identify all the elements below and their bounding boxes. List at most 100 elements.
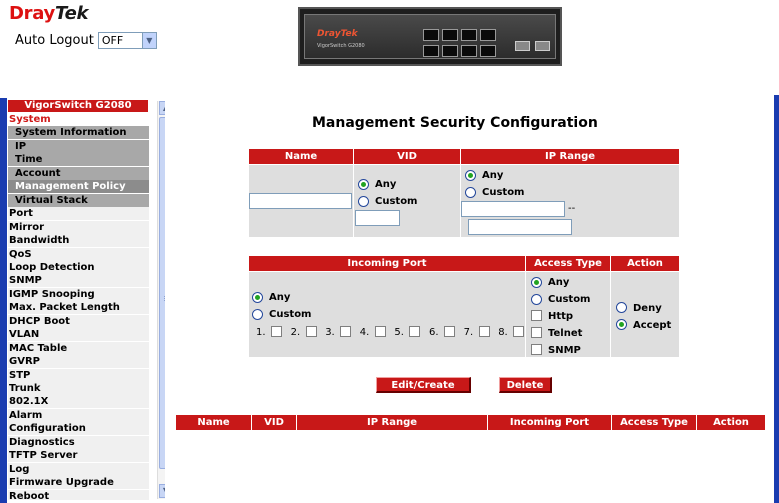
sidebar-item-configuration[interactable]: Configuration (8, 422, 149, 436)
sidebar-item-reboot[interactable]: Reboot (8, 489, 149, 500)
sfp-2-icon (535, 41, 550, 51)
frame-border (0, 98, 7, 503)
action-deny-radio[interactable] (616, 302, 627, 313)
edit-create-button[interactable]: Edit/Create (376, 377, 471, 393)
vid-any-label: Any (375, 179, 397, 190)
sidebar-item-port[interactable]: Port (8, 207, 149, 221)
port-5-icon (423, 45, 439, 57)
ip-from-input[interactable] (461, 201, 565, 217)
http-checkbox[interactable] (531, 310, 542, 321)
access-custom-radio[interactable] (531, 294, 542, 305)
sidebar-item-trunk[interactable]: Trunk (8, 382, 149, 395)
sidebar-item-loop-detection[interactable]: Loop Detection (8, 260, 149, 274)
port-any-radio[interactable] (252, 292, 263, 303)
port-8-label: 8. (498, 327, 508, 338)
port-8-icon (480, 45, 496, 57)
port-1-label: 1. (256, 327, 266, 338)
menu-title: VigorSwitch G2080 (8, 100, 148, 112)
sidebar-item-igmp-snooping[interactable]: IGMP Snooping (8, 287, 149, 301)
port-1-checkbox[interactable] (271, 326, 282, 337)
list-header-name: Name (176, 415, 251, 430)
sidebar-item-diagnostics[interactable]: Diagnostics (8, 435, 149, 449)
sidebar-item-mac-table[interactable]: MAC Table (8, 341, 149, 355)
auto-logout-label: Auto Logout (15, 33, 94, 48)
sidebar-item-alarm[interactable]: Alarm (8, 408, 149, 422)
list-header-access-type: Access Type (612, 415, 696, 430)
sidebar-item-virtual-stack[interactable]: Virtual Stack (8, 193, 149, 207)
port-8-checkbox[interactable] (513, 326, 525, 337)
ip-to-input[interactable] (468, 219, 572, 235)
col-header-action: Action (611, 256, 679, 271)
port-4-label: 4. (359, 327, 370, 338)
vid-any-radio[interactable] (358, 179, 369, 190)
port-7-checkbox[interactable] (478, 326, 490, 337)
sidebar-item-log[interactable]: Log (8, 462, 149, 476)
sidebar-item-ip[interactable]: IP (8, 139, 149, 153)
sidebar-item-system[interactable]: System (8, 113, 149, 126)
chevron-down-icon[interactable]: ▼ (141, 33, 156, 48)
port-4-checkbox[interactable] (374, 326, 386, 337)
action-accept-radio[interactable] (616, 319, 627, 330)
auto-logout-value: OFF (101, 34, 124, 47)
name-input[interactable] (249, 193, 352, 209)
sidebar-item-dhcp-boot[interactable]: DHCP Boot (8, 314, 149, 328)
vid-custom-radio[interactable] (358, 196, 369, 207)
scroll-thumb[interactable] (159, 117, 165, 469)
access-any-label: Any (548, 277, 570, 288)
http-label: Http (548, 311, 574, 322)
scroll-down-icon[interactable]: ▼ (159, 484, 165, 498)
sidebar-item-vlan[interactable]: VLAN (8, 328, 149, 342)
sidebar-item-bandwidth[interactable]: Bandwidth (8, 234, 149, 248)
draytek-logo: DrayTek (9, 3, 89, 24)
menu-scrollbar[interactable]: ▲ ▼ (157, 101, 165, 499)
col-header-access-type: Access Type (526, 256, 610, 271)
frame-border-right (774, 95, 779, 503)
ip-custom-label: Custom (482, 187, 525, 198)
ip-any-radio[interactable] (465, 170, 476, 181)
port-7-icon (461, 45, 477, 57)
sidebar-item-stp[interactable]: STP (8, 368, 149, 382)
device-brand: DrayTek (317, 29, 358, 39)
ip-separator: -- (568, 203, 576, 214)
access-any-radio[interactable] (531, 277, 542, 288)
port-3-checkbox[interactable] (340, 326, 352, 337)
sidebar-item-time[interactable]: Time (8, 153, 149, 167)
vid-input[interactable] (355, 210, 400, 226)
device-image: DrayTek VigorSwitch G2080 (298, 7, 562, 66)
sidebar-item-802-1x[interactable]: 802.1X (8, 395, 149, 409)
header: DrayTek Auto Logout OFF ▼ DrayTek VigorS… (0, 0, 779, 98)
sfp-1-icon (515, 41, 530, 51)
delete-button[interactable]: Delete (499, 377, 552, 393)
sidebar-item-system-information[interactable]: System Information (8, 126, 149, 140)
port-6-checkbox[interactable] (444, 326, 455, 337)
col-header-vid: VID (354, 149, 460, 164)
sidebar-item-max-packet-length[interactable]: Max. Packet Length (8, 301, 149, 315)
device-model: VigorSwitch G2080 (317, 43, 365, 49)
sidebar-item-gvrp[interactable]: GVRP (8, 355, 149, 369)
sidebar-item-qos[interactable]: QoS (8, 247, 149, 261)
scroll-up-icon[interactable]: ▲ (159, 101, 165, 115)
sidebar-item-mirror[interactable]: Mirror (8, 220, 149, 234)
port-custom-radio[interactable] (252, 309, 263, 320)
port-custom-label: Custom (269, 309, 312, 320)
port-3-icon (461, 29, 477, 41)
sidebar-menu: VigorSwitch G2080 System System Informati… (7, 100, 165, 500)
port-5-checkbox[interactable] (409, 326, 421, 337)
col-header-incoming-port: Incoming Port (249, 256, 525, 271)
action-deny-label: Deny (633, 303, 662, 314)
port-1-icon (423, 29, 439, 41)
action-cell (611, 272, 679, 357)
sidebar-item-snmp[interactable]: SNMP (8, 274, 149, 288)
sidebar-item-account[interactable]: Account (8, 166, 149, 180)
sidebar-item-management-policy[interactable]: Management Policy (8, 180, 149, 194)
list-header-incoming-port: Incoming Port (488, 415, 611, 430)
port-2-label: 2. (290, 327, 301, 338)
sidebar-item-firmware-upgrade[interactable]: Firmware Upgrade (8, 476, 149, 490)
auto-logout-select[interactable]: OFF ▼ (97, 32, 157, 49)
ip-custom-radio[interactable] (465, 187, 476, 198)
sidebar-item-tftp-server[interactable]: TFTP Server (8, 449, 149, 463)
snmp-checkbox[interactable] (531, 344, 542, 355)
port-2-checkbox[interactable] (305, 326, 317, 337)
port-2-icon (442, 29, 458, 41)
telnet-checkbox[interactable] (531, 327, 542, 338)
